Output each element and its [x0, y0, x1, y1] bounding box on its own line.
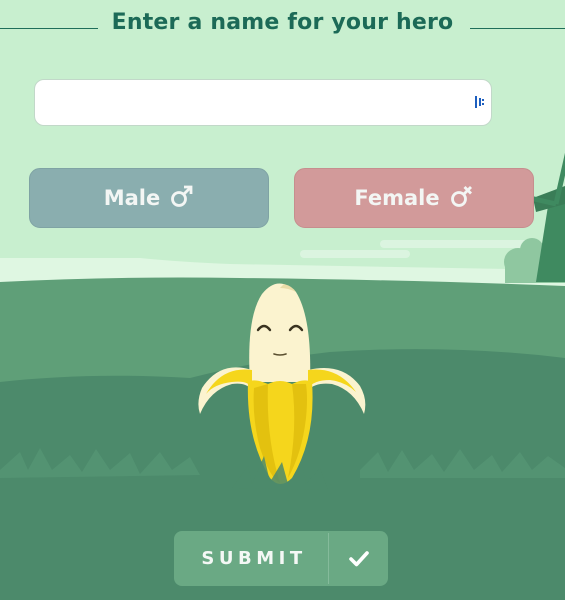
female-symbol-icon	[450, 186, 472, 207]
female-button[interactable]: Female	[294, 168, 534, 228]
hero-name-screen: Enter a name for your hero Male Female S…	[0, 0, 565, 600]
male-symbol-icon	[171, 185, 193, 207]
autofill-key-icon[interactable]	[474, 95, 486, 109]
submit-button[interactable]: SUBMIT	[174, 531, 388, 586]
page-title: Enter a name for your hero	[111, 10, 454, 35]
hero-name-input[interactable]	[35, 80, 465, 125]
male-button-label: Male	[103, 186, 161, 210]
banana-hero-avatar	[198, 283, 366, 490]
checkmark-icon	[348, 550, 369, 566]
submit-button-label: SUBMIT	[201, 548, 307, 569]
female-button-label: Female	[354, 186, 440, 210]
hero-name-field[interactable]	[34, 79, 492, 126]
male-button[interactable]: Male	[29, 168, 269, 228]
submit-check-area[interactable]	[329, 531, 388, 586]
